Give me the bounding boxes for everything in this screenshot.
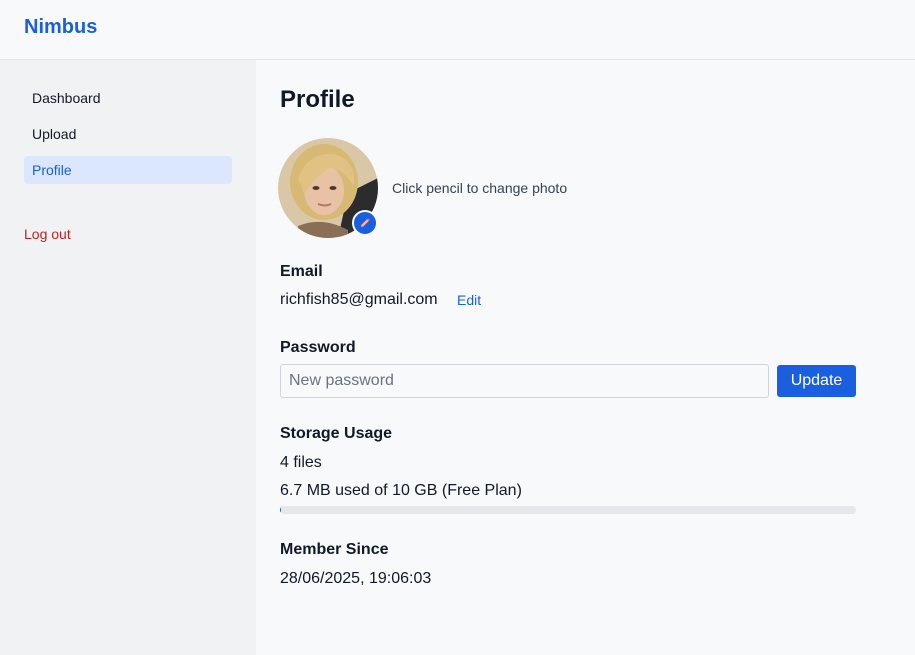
storage-usage-label: Storage Usage: [280, 425, 393, 442]
logout-link[interactable]: Log out: [24, 226, 71, 242]
password-label: Password: [280, 339, 356, 356]
sidebar: Dashboard Upload Profile Log out: [0, 60, 256, 655]
sidebar-item-dashboard[interactable]: Dashboard: [24, 84, 232, 112]
update-password-button[interactable]: Update: [777, 365, 856, 397]
storage-usage-text: 6.7 MB used of 10 GB (Free Plan): [280, 482, 522, 499]
sidebar-item-profile[interactable]: Profile: [24, 156, 232, 184]
email-label: Email: [280, 263, 323, 280]
file-count-suffix: files: [288, 454, 322, 471]
page-title: Profile: [280, 86, 355, 113]
email-edit-link[interactable]: Edit: [457, 292, 481, 308]
member-since-label: Member Since: [280, 541, 389, 558]
main-content: Profile Click pencil to change photo Ema…: [256, 60, 915, 655]
pencil-icon: [361, 218, 370, 227]
new-password-input[interactable]: [280, 364, 769, 398]
email-value: richfish85@gmail.com: [280, 291, 438, 308]
file-count-number: 4: [280, 454, 289, 471]
edit-photo-button[interactable]: [352, 210, 378, 236]
file-count: 4 files: [280, 454, 322, 472]
member-since-value: 28/06/2025, 19:06:03: [280, 570, 432, 587]
avatar-container: [278, 138, 378, 238]
storage-progress-bar: [280, 506, 856, 514]
top-bar: Nimbus: [0, 0, 915, 60]
storage-progress-fill: [280, 506, 281, 514]
photo-hint: Click pencil to change photo: [392, 180, 568, 196]
sidebar-item-upload[interactable]: Upload: [24, 120, 232, 148]
brand-logo[interactable]: Nimbus: [24, 16, 97, 39]
